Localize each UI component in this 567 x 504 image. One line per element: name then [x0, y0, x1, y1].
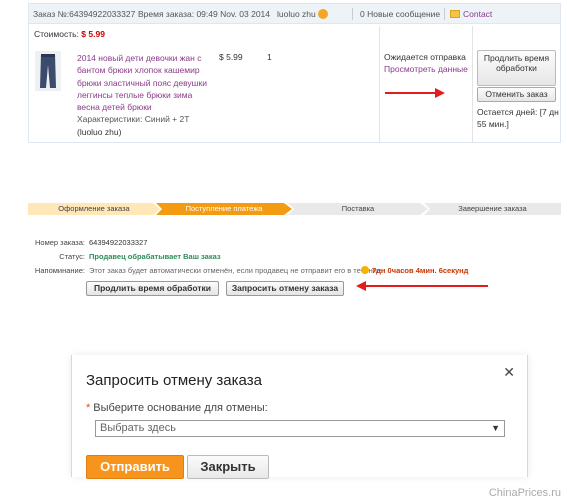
- messages-link[interactable]: 0 Новые сообщение: [360, 4, 440, 24]
- cancel-order-button[interactable]: Отменить заказ: [477, 87, 556, 102]
- order-panel: Заказ №:64394922033327 Время заказа: 09:…: [28, 3, 561, 143]
- seller-name[interactable]: luoluo zhu: [277, 4, 316, 24]
- product-price: $ 5.99: [219, 52, 243, 62]
- header-divider: [352, 8, 353, 20]
- dialog-title: Запросить отмену заказа: [86, 372, 262, 389]
- product-seller: (luoluo zhu): [77, 127, 122, 137]
- request-cancel-button[interactable]: Запросить отмену заказа: [226, 281, 344, 296]
- extend-processing-button[interactable]: Продлить время обработки: [86, 281, 219, 296]
- progress-step: Оформление заказа: [28, 203, 160, 215]
- product-attributes: Характеристики: Синий + 2T: [77, 114, 190, 124]
- days-remaining: Остается дней: [7 дн 55 мин.]: [477, 107, 559, 129]
- order-status: Ожидается отправка: [384, 52, 466, 62]
- cancel-order-dialog: Запросить отмену заказа ✕ * Выберите осно…: [71, 355, 528, 479]
- reason-select[interactable]: Выбрать здесь ▼: [95, 420, 505, 437]
- progress-step: Завершение заказа: [424, 203, 561, 215]
- product-title-link[interactable]: 2014 новый дети девочки жан с бантом брю…: [77, 52, 217, 113]
- column-divider: [472, 26, 473, 143]
- header-divider: [444, 8, 445, 20]
- close-icon[interactable]: ✕: [503, 365, 515, 379]
- chat-icon[interactable]: [318, 9, 328, 19]
- arrow-pointer-icon: [385, 88, 445, 98]
- order-number: Заказ №:64394922033327: [33, 9, 136, 19]
- product-quantity: 1: [267, 52, 272, 62]
- product-thumbnail[interactable]: [35, 51, 61, 91]
- clock-icon: [361, 266, 369, 274]
- progress-step: Поставка: [288, 203, 428, 215]
- column-divider: [379, 26, 380, 143]
- order-progress: Оформление заказа Поступление платежа По…: [28, 203, 561, 215]
- watermark: ChinaPrices.ru: [488, 487, 561, 499]
- extend-processing-button[interactable]: Продлить время обработки: [477, 50, 556, 86]
- cost-value: $ 5.99: [81, 29, 105, 39]
- order-details: Номер заказа: 64394922033327 Статус: Про…: [28, 230, 561, 302]
- order-header: Заказ №:64394922033327 Время заказа: 09:…: [29, 4, 560, 24]
- view-details-link[interactable]: Просмотреть данные: [384, 64, 468, 74]
- arrow-pointer-icon: [356, 281, 488, 291]
- reason-label: * Выберите основание для отмены:: [86, 402, 268, 414]
- dropdown-caret-icon: ▼: [491, 423, 500, 433]
- contact-link[interactable]: Contact: [463, 4, 492, 24]
- mail-icon: [450, 10, 460, 18]
- send-button[interactable]: Отправить: [86, 455, 184, 479]
- order-cost: Стоимость: $ 5.99: [34, 29, 105, 39]
- progress-step-active: Поступление платежа: [156, 203, 292, 215]
- jeans-image-icon: [35, 51, 61, 91]
- countdown: 7дн 0часов 4мин. 6секунд: [361, 266, 468, 275]
- order-time: Время заказа: 09:49 Nov. 03 2014: [138, 9, 271, 19]
- close-button[interactable]: Закрыть: [187, 455, 269, 479]
